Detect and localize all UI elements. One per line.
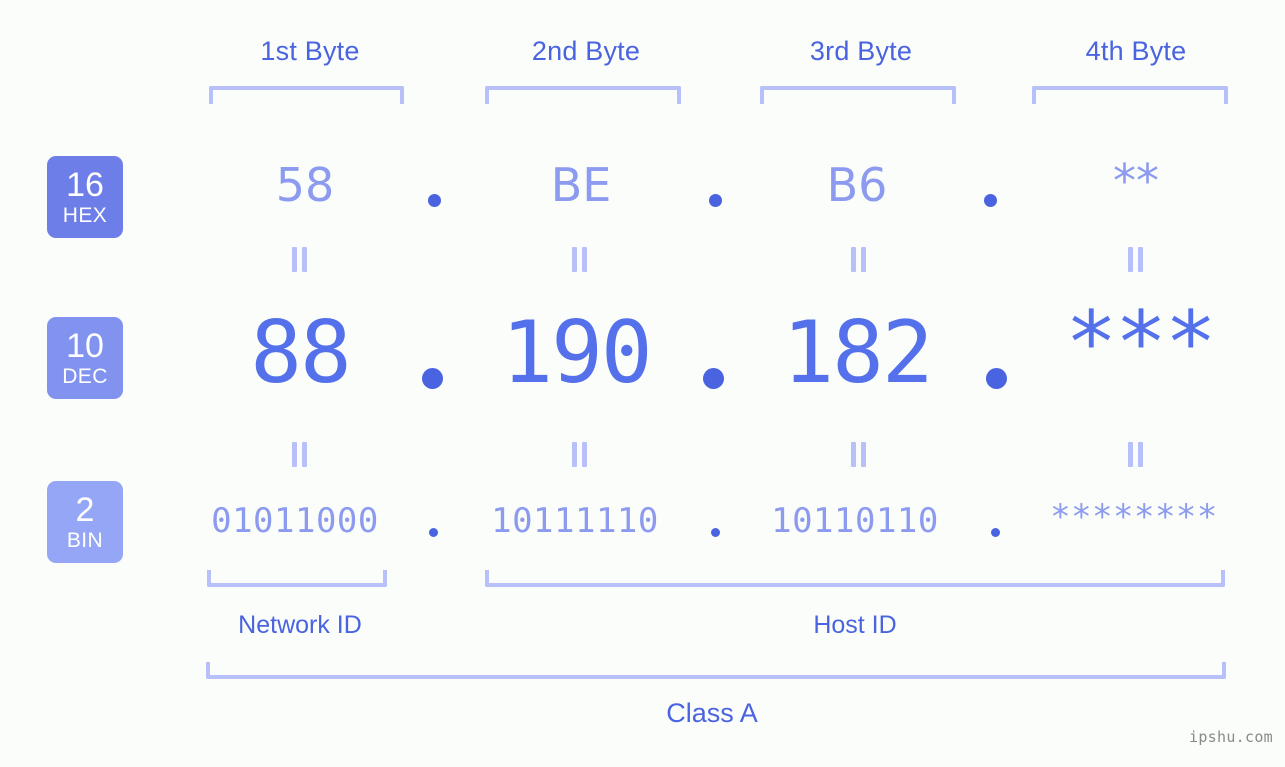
base-badge-bin-number: 2 [75, 491, 95, 529]
host-id-bracket [485, 570, 1225, 587]
base-badge-bin-abbr: BIN [66, 529, 104, 552]
byte-bracket-1 [209, 86, 404, 104]
dec-separator-2 [703, 368, 724, 389]
byte-header-4: 4th Byte [1085, 36, 1187, 66]
equals-mark-hex-dec-2 [572, 247, 589, 272]
bin-separator-2 [711, 528, 720, 537]
base-badge-hex[interactable]: 16 HEX [47, 156, 123, 238]
base-badge-hex-abbr: HEX [62, 204, 108, 227]
ip-address-breakdown-diagram: 1st Byte 2nd Byte 3rd Byte 4th Byte 16 H… [0, 0, 1285, 767]
byte-header-3: 3rd Byte [809, 36, 913, 66]
hex-byte-2: BE [550, 158, 612, 212]
watermark: ipshu.com [1189, 728, 1273, 746]
base-badge-dec[interactable]: 10 DEC [47, 317, 123, 399]
equals-mark-dec-bin-1 [292, 442, 309, 467]
bin-byte-4: ******** [1050, 497, 1218, 537]
hex-separator-1 [428, 194, 441, 207]
dec-byte-4: *** [1065, 293, 1216, 393]
equals-mark-dec-bin-4 [1128, 442, 1145, 467]
byte-bracket-3 [760, 86, 956, 104]
equals-mark-hex-dec-3 [851, 247, 868, 272]
byte-bracket-4 [1032, 86, 1228, 104]
equals-mark-dec-bin-3 [851, 442, 868, 467]
network-id-label: Network ID [238, 611, 362, 639]
bin-byte-3: 10110110 [771, 501, 939, 541]
class-bracket [206, 662, 1226, 679]
equals-mark-hex-dec-4 [1128, 247, 1145, 272]
base-badge-hex-number: 16 [66, 166, 104, 204]
hex-byte-4: ** [1113, 154, 1159, 208]
dec-separator-3 [986, 368, 1007, 389]
dec-byte-3: 182 [782, 303, 933, 403]
host-id-label: Host ID [813, 611, 897, 639]
hex-separator-3 [984, 194, 997, 207]
dec-separator-1 [422, 368, 443, 389]
equals-mark-dec-bin-2 [572, 442, 589, 467]
hex-byte-3: B6 [826, 158, 888, 212]
class-label: Class A [666, 698, 758, 728]
dec-byte-2: 190 [501, 303, 652, 403]
base-badge-dec-abbr: DEC [62, 365, 108, 388]
base-badge-dec-number: 10 [66, 327, 104, 365]
hex-byte-1: 58 [275, 158, 335, 212]
bin-separator-3 [991, 528, 1000, 537]
network-id-bracket [207, 570, 387, 587]
dec-byte-1: 88 [250, 303, 352, 403]
hex-separator-2 [709, 194, 722, 207]
bin-byte-2: 10111110 [491, 501, 659, 541]
byte-bracket-2 [485, 86, 681, 104]
byte-header-1: 1st Byte [260, 36, 360, 66]
bin-separator-1 [429, 528, 438, 537]
base-badge-bin[interactable]: 2 BIN [47, 481, 123, 563]
bin-byte-1: 01011000 [211, 501, 379, 541]
equals-mark-hex-dec-1 [292, 247, 309, 272]
byte-header-2: 2nd Byte [531, 36, 641, 66]
